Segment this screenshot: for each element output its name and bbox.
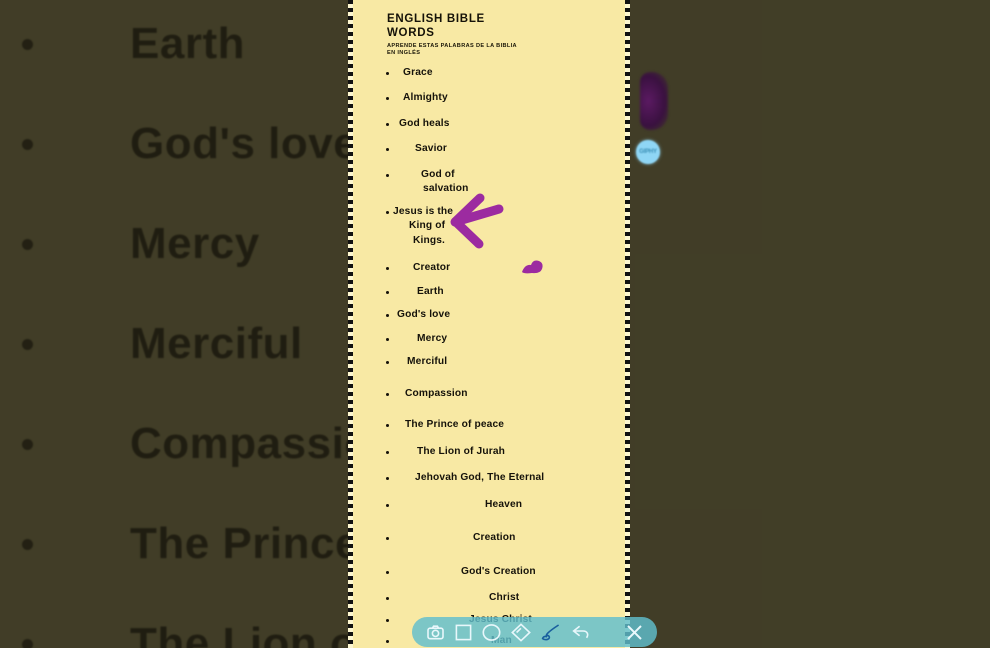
list-item-label: Jehovah God, The Eternal xyxy=(415,472,545,484)
giphy-badge[interactable]: GIPHY xyxy=(636,140,660,164)
bullet-icon xyxy=(386,314,389,318)
undo-icon[interactable] xyxy=(566,619,596,645)
list-item: Heaven xyxy=(353,498,625,512)
bullet-icon xyxy=(386,570,389,574)
list-item-label: The Prince of peace xyxy=(405,419,505,431)
crop-handle-right[interactable] xyxy=(625,0,630,648)
list-item-label: Mercy xyxy=(417,332,448,344)
list-item: God of xyxy=(353,168,625,182)
list-item-label: God of xyxy=(421,168,455,180)
list-item: Grace xyxy=(353,66,625,80)
bullet-icon xyxy=(386,210,389,214)
square-icon[interactable] xyxy=(450,619,476,645)
list-item-label: Creator xyxy=(413,262,451,274)
bullet-icon xyxy=(386,290,389,294)
list-item-label: Earth xyxy=(417,285,444,297)
bullet-icon xyxy=(386,450,389,454)
list-item: Kings. xyxy=(353,234,625,248)
list-item-label: God's love xyxy=(397,309,451,321)
camera-icon[interactable] xyxy=(420,619,450,645)
list-item-label: Compassion xyxy=(405,387,468,399)
list-item-label: The Lion of Jurah xyxy=(417,445,506,457)
list-item-label: Almighty xyxy=(403,92,448,104)
list-item-label: King of xyxy=(409,220,446,232)
list-item: Creation xyxy=(353,531,625,545)
bullet-icon xyxy=(386,424,389,428)
list-item-label: God's Creation xyxy=(461,565,536,577)
page-subtitle: APRENDE ESTAS PALABRAS DE LA BIBLIA EN I… xyxy=(387,42,517,57)
list-item-label: Merciful xyxy=(407,356,448,368)
drawing-toolbar[interactable] xyxy=(412,617,657,647)
bullet-icon xyxy=(386,337,389,341)
list-item-label: Creation xyxy=(473,532,516,544)
list-item: Almighty xyxy=(353,91,625,105)
list-item: Jehovah God, The Eternal xyxy=(353,471,625,485)
bullet-icon xyxy=(386,97,389,101)
list-item: Christ xyxy=(353,591,625,605)
document-header: ENGLISH BIBLE WORDS APRENDE ESTAS PALABR… xyxy=(353,0,625,58)
list-item: The Lion of Jurah xyxy=(353,445,625,459)
bullet-icon xyxy=(386,618,389,622)
list-item: Mercy xyxy=(353,332,625,346)
word-list: Grace Almighty God heals Savior God of salvat… xyxy=(353,66,625,648)
page-title: ENGLISH BIBLE WORDS xyxy=(387,13,485,40)
list-item: salvation xyxy=(353,182,625,196)
list-item: Merciful xyxy=(353,355,625,369)
eraser-icon[interactable] xyxy=(506,619,536,645)
list-item: God heals xyxy=(353,117,625,131)
list-item-label: Savior xyxy=(415,143,448,155)
circle-icon[interactable] xyxy=(476,619,506,645)
list-item: God's love xyxy=(353,308,625,322)
list-item: King of xyxy=(353,219,625,233)
giphy-badge-label: GIPHY xyxy=(639,148,657,155)
brush-icon[interactable] xyxy=(536,619,566,645)
bullet-icon xyxy=(386,392,389,396)
list-item: Savior xyxy=(353,142,625,156)
close-icon[interactable] xyxy=(619,619,649,645)
page-content: ENGLISH BIBLE WORDS APRENDE ESTAS PALABR… xyxy=(353,0,625,648)
bullet-icon xyxy=(386,639,389,643)
bullet-icon xyxy=(386,173,389,177)
list-item: Compassion xyxy=(353,387,625,401)
list-item: Jesus is the xyxy=(353,205,625,219)
bullet-icon xyxy=(386,122,389,126)
list-item-label: salvation xyxy=(423,183,469,195)
screen: Earth God's love Mercy Merciful Compassion Th… xyxy=(0,0,990,648)
list-item: The Prince of peace xyxy=(353,418,625,432)
crop-handle-left[interactable] xyxy=(348,0,353,648)
bullet-icon xyxy=(386,597,389,601)
list-item: Earth xyxy=(353,285,625,299)
bullet-icon xyxy=(386,477,389,481)
bullet-icon xyxy=(386,267,389,271)
list-item: Creator xyxy=(353,261,625,275)
list-item-label: Grace xyxy=(403,66,433,78)
bullet-icon xyxy=(386,537,389,541)
list-item-label: Heaven xyxy=(485,498,523,510)
list-item-label: Jesus is the xyxy=(393,205,454,217)
list-item-label: God heals xyxy=(399,117,450,129)
bullet-icon xyxy=(386,148,389,152)
bullet-icon xyxy=(386,503,389,507)
bullet-icon xyxy=(386,361,389,365)
list-item: God's Creation xyxy=(353,565,625,579)
list-item-label: Christ xyxy=(489,592,520,604)
purple-ink-edge-mark xyxy=(640,72,668,130)
cropped-page-selection[interactable]: ENGLISH BIBLE WORDS APRENDE ESTAS PALABR… xyxy=(348,0,630,648)
list-item-label: Kings. xyxy=(413,234,446,246)
bullet-icon xyxy=(386,71,389,75)
